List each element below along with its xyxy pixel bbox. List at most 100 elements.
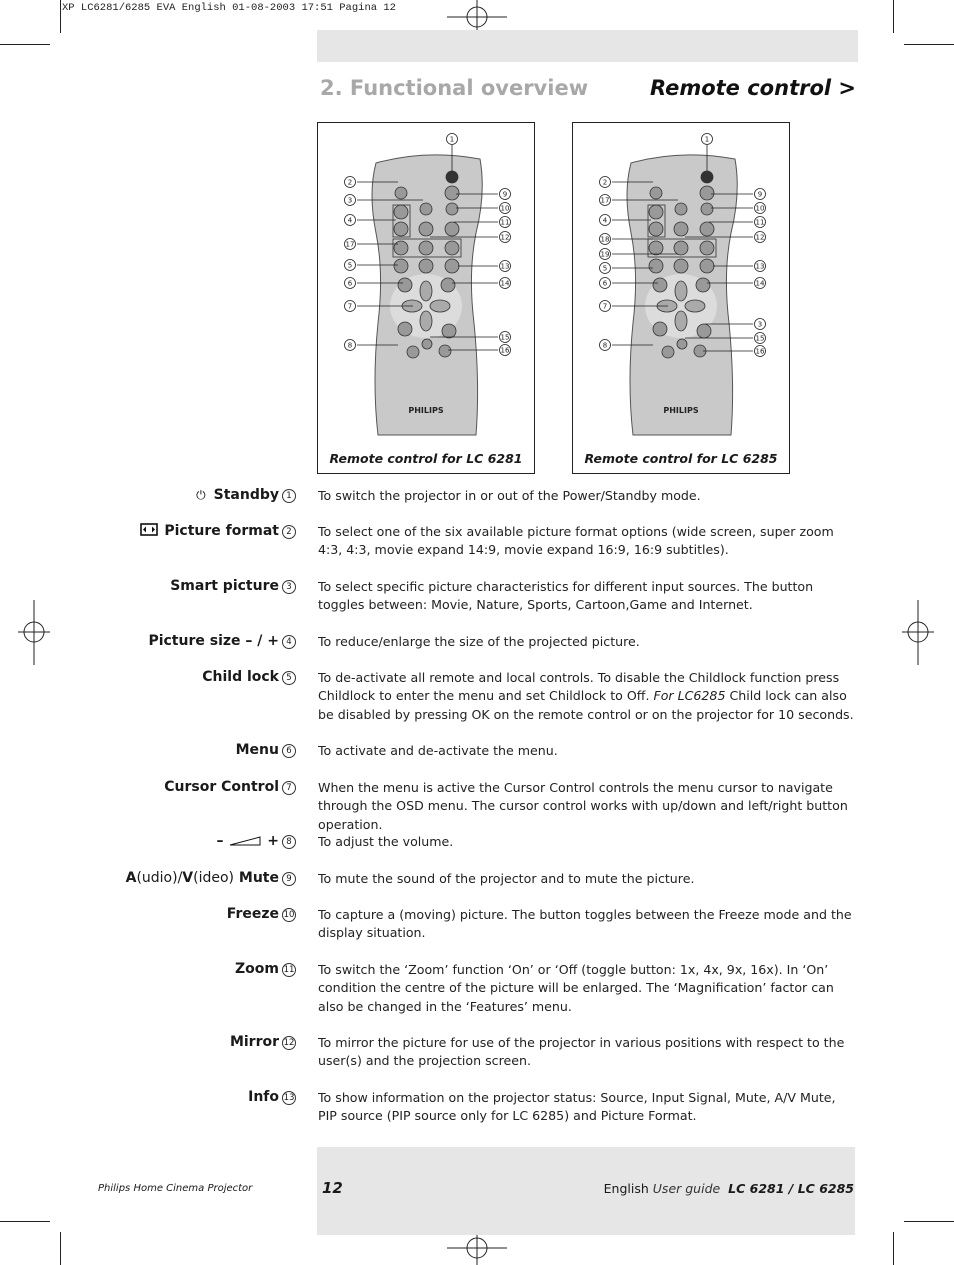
remote-button — [699, 185, 715, 201]
remote-caption: Remote control for LC 6281 — [329, 451, 523, 466]
function-label: Freeze — [226, 906, 279, 922]
function-label: Menu — [235, 742, 279, 758]
function-label: Child lock — [202, 669, 279, 685]
callout-number: 9 — [503, 191, 507, 199]
function-description: To de-activate all remote and local cont… — [318, 669, 858, 724]
function-label: Mirror — [229, 1034, 279, 1050]
remote-button — [393, 221, 409, 237]
remote-button — [649, 186, 663, 200]
callout-number: 2 — [282, 525, 296, 539]
function-description: To mirror the picture for use of the pro… — [318, 1035, 845, 1069]
remote-button — [421, 338, 433, 350]
function-description: To switch the ‘Zoom’ function ‘On’ or ‘O… — [318, 962, 834, 1014]
remote-caption: Remote control for LC 6285 — [584, 451, 778, 466]
callout-number: 11 — [501, 219, 510, 227]
function-description: To activate and de-activate the menu. — [318, 743, 558, 758]
footer-models: LC 6281 / LC 6285 — [728, 1181, 854, 1196]
remote-button — [418, 258, 434, 274]
callout-number: 8 — [348, 342, 352, 350]
page-topic: Remote control > — [649, 76, 856, 100]
function-description: To capture a (moving) picture. The butto… — [318, 907, 852, 941]
callout-number: 5 — [603, 265, 607, 273]
remote-button — [419, 202, 433, 216]
callout-number: 12 — [501, 234, 510, 242]
remote-button — [393, 258, 409, 274]
callout-number: 4 — [603, 217, 608, 225]
footer-product: Philips Home Cinema Projector — [98, 1183, 253, 1194]
volume-plus-label: + — [267, 833, 279, 849]
callout-number: 7 — [348, 303, 352, 311]
label-part: (udio)/ — [136, 870, 183, 886]
callout-number: 13 — [756, 263, 765, 271]
remote-figure-lc6281: PHILIPS 2 3 4 17 5 6 7 8 9 10 11 12 13 14 15 16 1 Remote … — [317, 122, 535, 474]
cursor-button — [419, 280, 433, 302]
remote-button — [397, 277, 413, 293]
function-description: To show information on the projector sta… — [318, 1090, 836, 1124]
callout-number: 2 — [348, 179, 352, 187]
callout-number: 5 — [348, 262, 352, 270]
function-label: Zoom — [235, 961, 279, 977]
function-description: To switch the projector in or out of the… — [318, 488, 701, 503]
footer-info: English User guide LC 6281 / LC 6285 — [604, 1181, 854, 1196]
remote-button — [444, 258, 460, 274]
remote-button — [699, 221, 715, 237]
remote-button — [418, 240, 434, 256]
callout-number: 7 — [603, 303, 607, 311]
remote-button — [699, 258, 715, 274]
volume-minus-label: – — [216, 833, 224, 849]
remote-button — [648, 258, 664, 274]
function-label: Smart picture — [170, 578, 279, 594]
cursor-button — [429, 299, 451, 313]
remote-button — [393, 204, 409, 220]
callout-number: 2 — [603, 179, 607, 187]
remote-figure-lc6285: PHILIPS 2 17 4 18 19 5 6 7 8 9 10 11 12 13 14 3 15 16 1 Rem… — [572, 122, 790, 474]
function-label: Standby — [213, 487, 279, 503]
callout-number: 10 — [282, 908, 296, 922]
label-part: Mute — [234, 870, 279, 886]
remote-button — [674, 202, 688, 216]
remote-button — [397, 321, 413, 337]
callout-number: 6 — [348, 280, 353, 288]
function-label: Cursor Control — [164, 779, 279, 795]
callout-number: 4 — [348, 217, 353, 225]
power-icon: ⏻ — [196, 488, 206, 502]
callout-number: 11 — [756, 219, 765, 227]
callout-number: 6 — [282, 744, 296, 758]
label-part: A — [125, 870, 137, 886]
callout-number: 3 — [348, 197, 352, 205]
remote-button — [648, 204, 664, 220]
cursor-button — [674, 310, 688, 332]
cursor-button — [684, 299, 706, 313]
callout-number: 9 — [758, 191, 762, 199]
callout-number: 14 — [756, 280, 765, 288]
remote-button — [393, 240, 409, 256]
remote-button — [648, 240, 664, 256]
remote-button — [673, 221, 689, 237]
callout-number: 9 — [282, 872, 296, 886]
header-band — [317, 30, 858, 62]
callout-number: 7 — [282, 781, 296, 795]
remote-button — [648, 221, 664, 237]
callout-number: 17 — [601, 197, 610, 205]
label-part: V — [182, 870, 194, 886]
function-description: To adjust the volume. — [318, 834, 454, 849]
callout-number: 19 — [601, 251, 610, 259]
remote-illustration: PHILIPS 2 17 4 18 19 5 6 7 8 9 10 11 12 13 14 3 15 16 1 — [599, 133, 766, 436]
callout-number: 1 — [282, 489, 296, 503]
function-description: To select one of the six available pictu… — [318, 524, 834, 558]
cursor-button — [419, 310, 433, 332]
callout-number: 6 — [603, 280, 608, 288]
desc-emphasis: For LC6285 — [653, 688, 726, 704]
function-description: To select specific picture characteristi… — [318, 579, 814, 613]
callout-number: 14 — [501, 280, 510, 288]
footer-language: English — [603, 1181, 649, 1196]
remote-button — [445, 170, 459, 184]
callout-number: 11 — [282, 963, 296, 977]
remote-button — [438, 344, 452, 358]
remote-button — [440, 277, 456, 293]
function-label: Picture size – / + — [148, 633, 279, 649]
function-label: Info — [248, 1089, 279, 1105]
remote-button — [652, 277, 668, 293]
callout-number: 3 — [758, 321, 762, 329]
function-label: Picture format — [164, 523, 279, 539]
